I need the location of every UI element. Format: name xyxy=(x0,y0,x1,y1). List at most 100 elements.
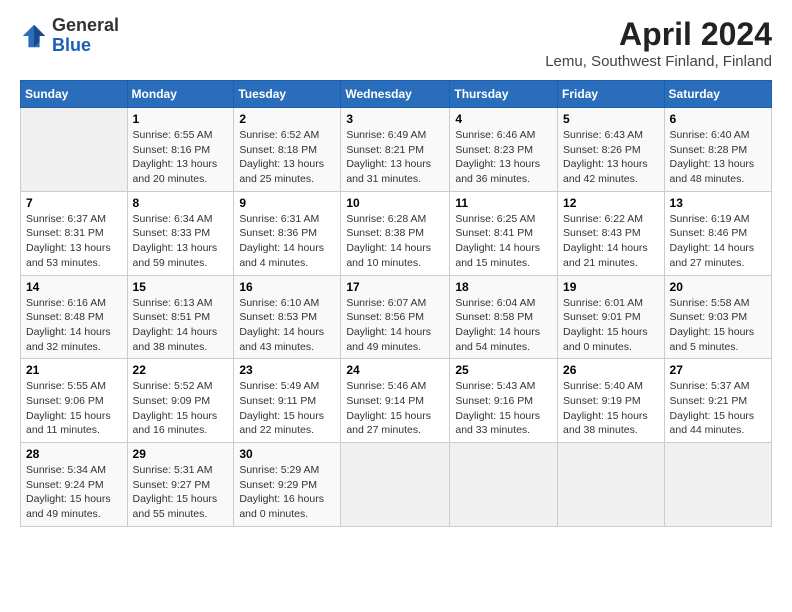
day-cell: 8 Sunrise: 6:34 AM Sunset: 8:33 PM Daylig… xyxy=(127,191,234,275)
day-number: 30 xyxy=(239,447,335,461)
day-cell: 13Sunrise: 6:19 AM Sunset: 8:46 PM Dayli… xyxy=(664,191,771,275)
calendar-table: SundayMondayTuesdayWednesdayThursdayFrid… xyxy=(20,80,772,527)
day-number: 18 xyxy=(455,280,552,294)
day-number: 3 xyxy=(346,112,444,126)
week-row-1: 1Sunrise: 6:55 AM Sunset: 8:16 PM Daylig… xyxy=(21,108,772,192)
logo-general-text: General xyxy=(52,16,119,36)
week-row-3: 14 Sunrise: 6:16 AM Sunset: 8:48 PM Dayli… xyxy=(21,275,772,359)
day-number: 27 xyxy=(670,363,766,377)
day-info: Sunrise: 5:43 AM Sunset: 9:16 PM Dayligh… xyxy=(455,379,552,438)
day-info: Sunrise: 6:34 AM Sunset: 8:33 PM Dayligh… xyxy=(133,212,229,271)
day-cell xyxy=(558,443,665,527)
day-number: 25 xyxy=(455,363,552,377)
day-cell: 29Sunrise: 5:31 AM Sunset: 9:27 PM Dayli… xyxy=(127,443,234,527)
day-cell: 3 Sunrise: 6:49 AM Sunset: 8:21 PM Daylig… xyxy=(341,108,450,192)
day-info: Sunrise: 6:25 AM Sunset: 8:41 PM Dayligh… xyxy=(455,212,552,271)
day-info: Sunrise: 6:40 AM Sunset: 8:28 PM Dayligh… xyxy=(670,128,766,187)
day-cell: 26Sunrise: 5:40 AM Sunset: 9:19 PM Dayli… xyxy=(558,359,665,443)
day-cell: 18 Sunrise: 6:04 AM Sunset: 8:58 PM Dayli… xyxy=(450,275,558,359)
day-cell: 21 Sunrise: 5:55 AM Sunset: 9:06 PM Dayli… xyxy=(21,359,128,443)
day-cell: 1Sunrise: 6:55 AM Sunset: 8:16 PM Daylig… xyxy=(127,108,234,192)
day-cell: 2 Sunrise: 6:52 AM Sunset: 8:18 PM Daylig… xyxy=(234,108,341,192)
day-cell: 22 Sunrise: 5:52 AM Sunset: 9:09 PM Dayli… xyxy=(127,359,234,443)
day-cell: 19 Sunrise: 6:01 AM Sunset: 9:01 PM Dayli… xyxy=(558,275,665,359)
day-cell: 7Sunrise: 6:37 AM Sunset: 8:31 PM Daylig… xyxy=(21,191,128,275)
day-cell: 6 Sunrise: 6:40 AM Sunset: 8:28 PM Daylig… xyxy=(664,108,771,192)
day-info: Sunrise: 6:13 AM Sunset: 8:51 PM Dayligh… xyxy=(133,296,229,355)
day-info: Sunrise: 6:46 AM Sunset: 8:23 PM Dayligh… xyxy=(455,128,552,187)
day-number: 22 xyxy=(133,363,229,377)
day-info: Sunrise: 6:49 AM Sunset: 8:21 PM Dayligh… xyxy=(346,128,444,187)
day-cell xyxy=(21,108,128,192)
day-number: 19 xyxy=(563,280,659,294)
day-cell: 5Sunrise: 6:43 AM Sunset: 8:26 PM Daylig… xyxy=(558,108,665,192)
day-cell: 14 Sunrise: 6:16 AM Sunset: 8:48 PM Dayli… xyxy=(21,275,128,359)
day-info: Sunrise: 5:52 AM Sunset: 9:09 PM Dayligh… xyxy=(133,379,229,438)
day-number: 4 xyxy=(455,112,552,126)
day-info: Sunrise: 6:01 AM Sunset: 9:01 PM Dayligh… xyxy=(563,296,659,355)
weekday-thursday: Thursday xyxy=(450,81,558,108)
day-cell: 23 Sunrise: 5:49 AM Sunset: 9:11 PM Dayli… xyxy=(234,359,341,443)
weekday-friday: Friday xyxy=(558,81,665,108)
logo-blue-text: Blue xyxy=(52,36,119,56)
day-number: 23 xyxy=(239,363,335,377)
weekday-tuesday: Tuesday xyxy=(234,81,341,108)
day-info: Sunrise: 5:46 AM Sunset: 9:14 PM Dayligh… xyxy=(346,379,444,438)
day-info: Sunrise: 5:55 AM Sunset: 9:06 PM Dayligh… xyxy=(26,379,122,438)
calendar-body: 1Sunrise: 6:55 AM Sunset: 8:16 PM Daylig… xyxy=(21,108,772,527)
day-number: 21 xyxy=(26,363,122,377)
day-info: Sunrise: 6:16 AM Sunset: 8:48 PM Dayligh… xyxy=(26,296,122,355)
day-cell xyxy=(664,443,771,527)
weekday-monday: Monday xyxy=(127,81,234,108)
day-number: 12 xyxy=(563,196,659,210)
week-row-5: 28 Sunrise: 5:34 AM Sunset: 9:24 PM Dayli… xyxy=(21,443,772,527)
day-cell: 11 Sunrise: 6:25 AM Sunset: 8:41 PM Dayli… xyxy=(450,191,558,275)
day-number: 15 xyxy=(133,280,229,294)
week-row-2: 7Sunrise: 6:37 AM Sunset: 8:31 PM Daylig… xyxy=(21,191,772,275)
day-cell: 4 Sunrise: 6:46 AM Sunset: 8:23 PM Daylig… xyxy=(450,108,558,192)
day-cell: 12 Sunrise: 6:22 AM Sunset: 8:43 PM Dayli… xyxy=(558,191,665,275)
day-number: 11 xyxy=(455,196,552,210)
day-info: Sunrise: 6:31 AM Sunset: 8:36 PM Dayligh… xyxy=(239,212,335,271)
day-number: 28 xyxy=(26,447,122,461)
logo: General Blue xyxy=(20,16,119,56)
day-number: 14 xyxy=(26,280,122,294)
weekday-header-row: SundayMondayTuesdayWednesdayThursdayFrid… xyxy=(21,81,772,108)
day-number: 8 xyxy=(133,196,229,210)
day-cell: 20Sunrise: 5:58 AM Sunset: 9:03 PM Dayli… xyxy=(664,275,771,359)
day-info: Sunrise: 6:10 AM Sunset: 8:53 PM Dayligh… xyxy=(239,296,335,355)
page-header: General Blue April 2024 Lemu, Southwest … xyxy=(20,16,772,70)
weekday-wednesday: Wednesday xyxy=(341,81,450,108)
day-info: Sunrise: 6:28 AM Sunset: 8:38 PM Dayligh… xyxy=(346,212,444,271)
day-number: 9 xyxy=(239,196,335,210)
day-number: 10 xyxy=(346,196,444,210)
day-info: Sunrise: 5:31 AM Sunset: 9:27 PM Dayligh… xyxy=(133,463,229,522)
day-info: Sunrise: 6:04 AM Sunset: 8:58 PM Dayligh… xyxy=(455,296,552,355)
day-cell: 9 Sunrise: 6:31 AM Sunset: 8:36 PM Daylig… xyxy=(234,191,341,275)
day-number: 1 xyxy=(133,112,229,126)
day-cell: 24 Sunrise: 5:46 AM Sunset: 9:14 PM Dayli… xyxy=(341,359,450,443)
week-row-4: 21 Sunrise: 5:55 AM Sunset: 9:06 PM Dayli… xyxy=(21,359,772,443)
day-number: 7 xyxy=(26,196,122,210)
day-number: 2 xyxy=(239,112,335,126)
weekday-saturday: Saturday xyxy=(664,81,771,108)
day-number: 26 xyxy=(563,363,659,377)
day-number: 5 xyxy=(563,112,659,126)
day-number: 24 xyxy=(346,363,444,377)
logo-icon xyxy=(20,22,48,50)
day-cell xyxy=(341,443,450,527)
day-info: Sunrise: 5:49 AM Sunset: 9:11 PM Dayligh… xyxy=(239,379,335,438)
day-number: 17 xyxy=(346,280,444,294)
location-title: Lemu, Southwest Finland, Finland xyxy=(545,53,772,70)
day-info: Sunrise: 6:52 AM Sunset: 8:18 PM Dayligh… xyxy=(239,128,335,187)
day-number: 20 xyxy=(670,280,766,294)
day-info: Sunrise: 5:29 AM Sunset: 9:29 PM Dayligh… xyxy=(239,463,335,522)
day-number: 6 xyxy=(670,112,766,126)
day-cell: 25 Sunrise: 5:43 AM Sunset: 9:16 PM Dayli… xyxy=(450,359,558,443)
day-cell: 17Sunrise: 6:07 AM Sunset: 8:56 PM Dayli… xyxy=(341,275,450,359)
day-info: Sunrise: 5:34 AM Sunset: 9:24 PM Dayligh… xyxy=(26,463,122,522)
day-info: Sunrise: 6:22 AM Sunset: 8:43 PM Dayligh… xyxy=(563,212,659,271)
day-info: Sunrise: 5:37 AM Sunset: 9:21 PM Dayligh… xyxy=(670,379,766,438)
day-cell: 27 Sunrise: 5:37 AM Sunset: 9:21 PM Dayli… xyxy=(664,359,771,443)
day-cell: 30 Sunrise: 5:29 AM Sunset: 9:29 PM Dayli… xyxy=(234,443,341,527)
